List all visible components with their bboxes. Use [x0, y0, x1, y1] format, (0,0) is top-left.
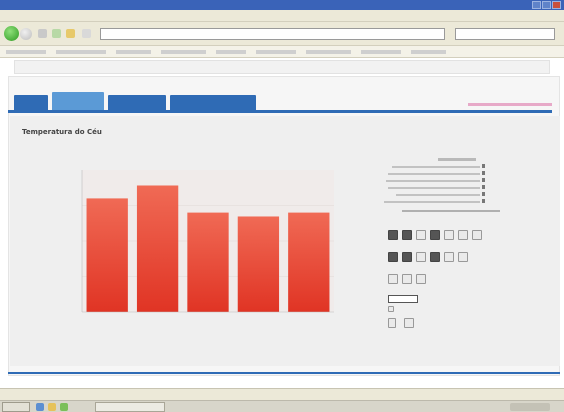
bookmark-link[interactable]: [256, 49, 296, 54]
links-bar: [0, 46, 564, 58]
rotate-icon[interactable]: [402, 274, 412, 284]
bar-5[interactable]: [288, 212, 330, 312]
paste-icon[interactable]: [402, 252, 412, 262]
scroll-icon[interactable]: [388, 318, 396, 328]
bar-4[interactable]: [237, 216, 280, 312]
save-icon[interactable]: [430, 252, 440, 262]
back-button[interactable]: [4, 26, 19, 41]
chart-line-icon[interactable]: [388, 252, 398, 262]
tab-4[interactable]: [170, 95, 256, 110]
bookmark-link[interactable]: [116, 49, 151, 54]
legend-title: [438, 158, 476, 161]
legend-marker: [482, 164, 485, 168]
search-input[interactable]: [455, 28, 555, 40]
tab-2[interactable]: [52, 92, 104, 110]
bar-3[interactable]: [187, 212, 229, 312]
legend-summary: [402, 210, 500, 212]
page-title: Temperatura do Céu: [22, 128, 102, 136]
bookmark-link[interactable]: [6, 49, 46, 54]
tab-1[interactable]: [14, 95, 48, 110]
legend-item: [392, 166, 480, 168]
bookmark-link[interactable]: [216, 49, 246, 54]
close-button[interactable]: [552, 1, 561, 9]
menu-bar: [0, 10, 564, 22]
header-link[interactable]: [468, 103, 552, 106]
bar-2[interactable]: [136, 185, 179, 312]
refresh-icon[interactable]: [416, 230, 426, 240]
quicklaunch-icon[interactable]: [60, 403, 68, 411]
legend-item: [386, 180, 480, 182]
taskbar: [0, 400, 564, 412]
bookmark-link[interactable]: [161, 49, 206, 54]
filter-icon[interactable]: [416, 252, 426, 262]
stop-icon[interactable]: [38, 29, 47, 38]
legend-marker: [482, 185, 485, 189]
area-chart-icon[interactable]: [388, 274, 398, 284]
refresh-icon[interactable]: [52, 29, 61, 38]
quicklaunch-icon[interactable]: [36, 403, 44, 411]
grid-icon[interactable]: [444, 252, 454, 262]
legend-item: [384, 201, 480, 203]
window-titlebar: [0, 0, 564, 10]
minimize-button[interactable]: [532, 1, 541, 9]
bookmark-link[interactable]: [56, 49, 106, 54]
print-icon[interactable]: [430, 230, 440, 240]
start-button[interactable]: [2, 402, 30, 412]
bar-1[interactable]: [86, 198, 128, 312]
legend-marker: [482, 192, 485, 196]
quicklaunch-icon[interactable]: [48, 403, 56, 411]
settings-icon[interactable]: [416, 274, 426, 284]
address-bar[interactable]: [100, 28, 445, 40]
footer-divider: [8, 372, 560, 374]
small-icon[interactable]: [388, 306, 394, 312]
forward-button[interactable]: [20, 28, 32, 40]
status-bar: [0, 388, 564, 400]
document-icon[interactable]: [458, 252, 468, 262]
page-icon[interactable]: [404, 318, 414, 328]
maximize-button[interactable]: [542, 1, 551, 9]
zoom-icon[interactable]: [472, 230, 482, 240]
legend-item: [388, 187, 480, 189]
bookmark-link[interactable]: [306, 49, 351, 54]
tooltip: [388, 295, 418, 303]
legend-item: [396, 194, 480, 196]
browser-toolbar: [0, 22, 564, 46]
system-tray: [510, 403, 550, 411]
legend-marker: [482, 171, 485, 175]
home-icon[interactable]: [66, 29, 75, 38]
bar-chart: [81, 170, 334, 313]
taskbar-task[interactable]: [95, 402, 165, 412]
bookmark-link[interactable]: [411, 49, 446, 54]
table-icon[interactable]: [444, 230, 454, 240]
tab-3[interactable]: [108, 95, 166, 110]
export-icon[interactable]: [458, 230, 468, 240]
legend-item: [388, 173, 480, 175]
page-icon[interactable]: [82, 29, 91, 38]
info-bar: [14, 60, 550, 74]
legend-marker: [482, 178, 485, 182]
copy-icon[interactable]: [402, 230, 412, 240]
window-controls: [532, 1, 561, 9]
bookmark-link[interactable]: [361, 49, 401, 54]
chart-bar-icon[interactable]: [388, 230, 398, 240]
legend-marker: [482, 199, 485, 203]
